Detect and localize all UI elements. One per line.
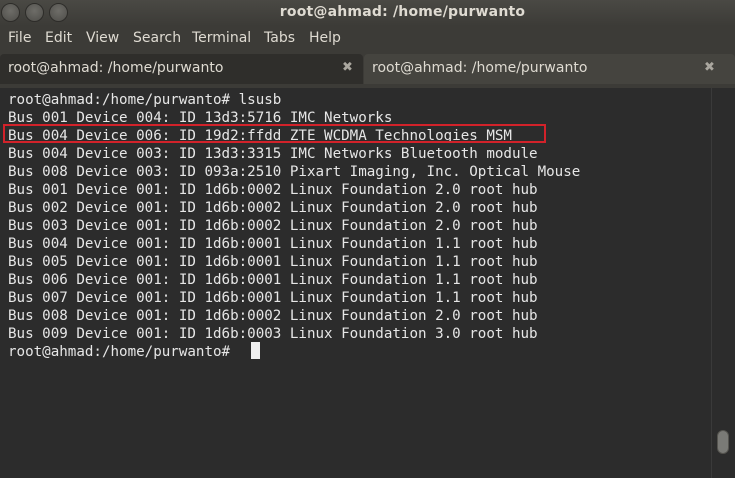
tab-2[interactable]: root@ahmad: /home/purwanto ✖ <box>364 54 735 84</box>
highlight-annotation-box <box>3 124 546 143</box>
terminal-line: Bus 004 Device 001: ID 1d6b:0001 Linux F… <box>8 236 538 252</box>
tab-1-close-icon[interactable]: ✖ <box>342 60 353 75</box>
terminal-line: Bus 005 Device 001: ID 1d6b:0001 Linux F… <box>8 254 538 270</box>
terminal-line: Bus 008 Device 003: ID 093a:2510 Pixart … <box>8 164 581 180</box>
terminal-line: Bus 004 Device 003: ID 13d3:3315 IMC Net… <box>8 146 538 162</box>
menu-file[interactable]: File <box>8 30 31 46</box>
terminal-line: Bus 002 Device 001: ID 1d6b:0002 Linux F… <box>8 200 538 216</box>
menu-view[interactable]: View <box>86 30 119 46</box>
menu-bar: File Edit View Search Terminal Tabs Help <box>0 26 735 52</box>
tab-1-label: root@ahmad: /home/purwanto <box>8 60 224 76</box>
text-cursor <box>251 342 260 359</box>
menu-terminal[interactable]: Terminal <box>192 30 251 46</box>
menu-search[interactable]: Search <box>133 30 181 46</box>
scrollbar-thumb[interactable] <box>717 430 729 454</box>
terminal-line: Bus 007 Device 001: ID 1d6b:0001 Linux F… <box>8 290 538 306</box>
terminal-line: Bus 006 Device 001: ID 1d6b:0001 Linux F… <box>8 272 538 288</box>
terminal-line: Bus 003 Device 001: ID 1d6b:0002 Linux F… <box>8 218 538 234</box>
tab-2-close-icon[interactable]: ✖ <box>704 60 715 75</box>
tab-1[interactable]: root@ahmad: /home/purwanto ✖ <box>0 54 363 84</box>
menu-edit[interactable]: Edit <box>45 30 72 46</box>
tab-2-label: root@ahmad: /home/purwanto <box>372 60 588 76</box>
tab-bar: root@ahmad: /home/purwanto ✖ root@ahmad:… <box>0 52 735 88</box>
scrollbar[interactable] <box>711 88 735 478</box>
window-title: root@ahmad: /home/purwanto <box>279 4 526 20</box>
terminal-line: Bus 001 Device 001: ID 1d6b:0002 Linux F… <box>8 182 538 198</box>
terminal-output[interactable]: root@ahmad:/home/purwanto# lsusb Bus 001… <box>0 88 735 478</box>
terminal-prompt: root@ahmad:/home/purwanto# <box>8 344 239 360</box>
terminal-line: root@ahmad:/home/purwanto# lsusb <box>8 92 282 108</box>
menu-tabs[interactable]: Tabs <box>264 30 295 46</box>
terminal-line: Bus 008 Device 001: ID 1d6b:0002 Linux F… <box>8 308 538 324</box>
title-bar: root@ahmad: /home/purwanto <box>0 0 735 26</box>
terminal-line: Bus 009 Device 001: ID 1d6b:0003 Linux F… <box>8 326 538 342</box>
menu-help[interactable]: Help <box>309 30 341 46</box>
